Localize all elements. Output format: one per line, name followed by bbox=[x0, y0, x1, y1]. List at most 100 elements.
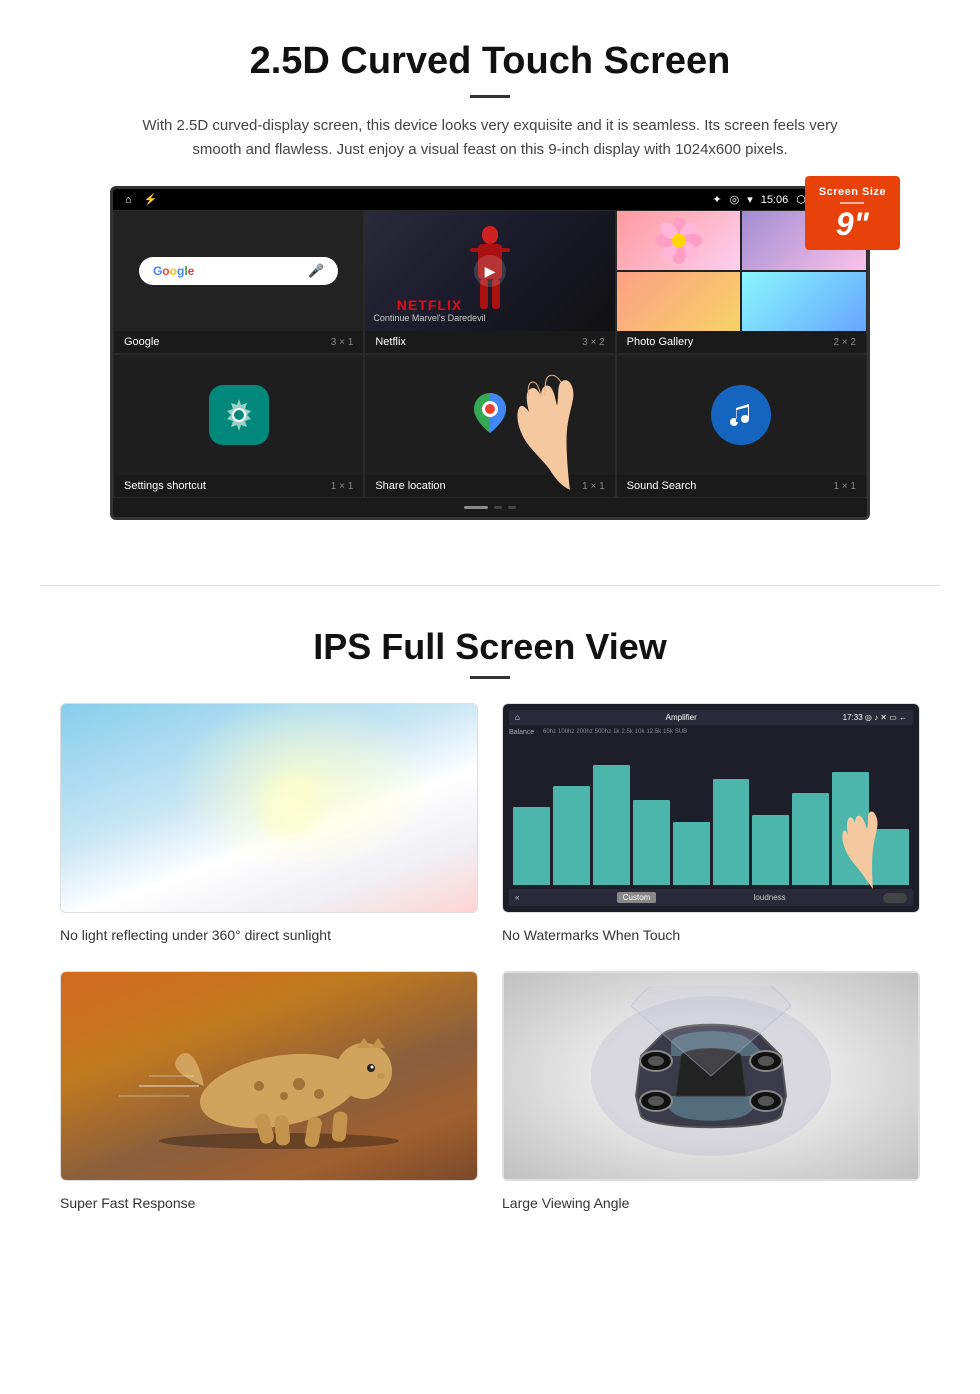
page-separator bbox=[40, 585, 940, 586]
share-location-app-cell[interactable]: Share location 1 × 1 bbox=[364, 354, 615, 498]
netflix-app-name: Netflix bbox=[375, 336, 406, 348]
amplifier-image: ⌂ Amplifier 17:33 ◎ ♪ ✕ ▭ ← Balance 60hz… bbox=[502, 703, 920, 913]
amp-bottom-bar: « Custom loudness bbox=[509, 889, 913, 906]
sound-search-name: Sound Search bbox=[627, 480, 697, 492]
cheetah-svg bbox=[99, 996, 439, 1156]
amp-title: Amplifier bbox=[666, 713, 697, 722]
netflix-app-label: Netflix 3 × 2 bbox=[365, 331, 614, 353]
freq-500: 500hz bbox=[595, 729, 611, 736]
share-location-bottom bbox=[365, 355, 614, 475]
eq-bar-5 bbox=[673, 822, 710, 885]
light-rays-svg bbox=[61, 704, 477, 912]
netflix-app-cell[interactable]: ▶ NETFLIX Continue Marvel's Daredevil Ne… bbox=[364, 210, 615, 354]
freq-12k5: 12.5k bbox=[646, 729, 661, 736]
fast-response-caption: Super Fast Response bbox=[60, 1191, 478, 1215]
netflix-logo: NETFLIX bbox=[373, 297, 485, 313]
no-light-image bbox=[60, 703, 478, 913]
cheetah-image bbox=[60, 971, 478, 1181]
screen-size-label: Screen Size bbox=[819, 186, 886, 198]
google-app-label: Google 3 × 1 bbox=[114, 331, 363, 353]
netflix-subtitle: Continue Marvel's Daredevil bbox=[373, 313, 485, 323]
eq-label-balance: Balance bbox=[509, 729, 539, 736]
freq-2k5: 2.5k bbox=[621, 729, 632, 736]
screen-size-divider bbox=[840, 202, 864, 204]
google-app-name: Google bbox=[124, 336, 159, 348]
pointing-hand-svg bbox=[515, 360, 615, 490]
scroll-dots bbox=[113, 498, 867, 517]
google-app-cell[interactable]: Google 🎤 Google 3 × 1 bbox=[113, 210, 364, 354]
status-bar: ⌂ ⚡ ✦ ◎ ▾ 15:06 ⬡ ♪ ✕ ▭ bbox=[113, 189, 867, 210]
photo-gallery-size: 2 × 2 bbox=[833, 337, 856, 348]
flower-svg bbox=[617, 211, 741, 270]
car-image bbox=[502, 971, 920, 1181]
freq-10k: 10k bbox=[635, 729, 645, 736]
amp-prev-icon[interactable]: « bbox=[515, 893, 519, 902]
amp-status: 17:33 ◎ ♪ ✕ ▭ ← bbox=[843, 713, 907, 722]
freq-100: 100hz bbox=[558, 729, 574, 736]
app-grid-bottom: Settings shortcut 1 × 1 bbox=[113, 354, 867, 498]
settings-app-bottom bbox=[114, 355, 363, 475]
status-bar-left: ⌂ ⚡ bbox=[125, 193, 157, 206]
amp-home-icon: ⌂ bbox=[515, 713, 520, 722]
freq-60: 60hz bbox=[543, 729, 556, 736]
share-location-name: Share location bbox=[375, 480, 445, 492]
freq-sub: SUB bbox=[675, 729, 687, 736]
eq-freq-labels: 60hz 100hz 200hz 500hz 1k 2.5k 10k 12.5k… bbox=[543, 729, 913, 736]
eq-bar-3 bbox=[593, 765, 630, 885]
photo-tile-4 bbox=[742, 272, 866, 331]
google-search-bar[interactable]: Google 🎤 bbox=[139, 257, 338, 285]
sound-search-size: 1 × 1 bbox=[833, 481, 856, 492]
netflix-app-top: ▶ NETFLIX Continue Marvel's Daredevil bbox=[365, 211, 614, 331]
amp-topbar: ⌂ Amplifier 17:33 ◎ ♪ ✕ ▭ ← bbox=[509, 710, 913, 725]
ips-full-screen-section: IPS Full Screen View bbox=[0, 616, 980, 1255]
netflix-play-button[interactable]: ▶ bbox=[474, 255, 506, 287]
scroll-dot-1 bbox=[494, 506, 502, 509]
car-visual bbox=[503, 972, 919, 1180]
usb-icon: ⚡ bbox=[144, 193, 158, 206]
feature-no-light: No light reflecting under 360° direct su… bbox=[60, 703, 478, 947]
cheetah-visual bbox=[61, 972, 477, 1180]
amp-toggle[interactable] bbox=[883, 893, 907, 903]
netflix-app-size: 3 × 2 bbox=[582, 337, 605, 348]
sky-visual bbox=[61, 704, 477, 912]
mic-icon[interactable]: 🎤 bbox=[308, 263, 324, 279]
section1-divider bbox=[470, 95, 510, 98]
freq-15k: 15k bbox=[663, 729, 673, 736]
equalizer-bars bbox=[509, 740, 913, 889]
google-app-top: Google 🎤 bbox=[114, 211, 363, 331]
device-screen: ⌂ ⚡ ✦ ◎ ▾ 15:06 ⬡ ♪ ✕ ▭ bbox=[110, 186, 870, 520]
screen-size-badge: Screen Size 9" bbox=[805, 176, 900, 250]
photo-tile-1 bbox=[617, 211, 741, 270]
bluetooth-icon: ✦ bbox=[712, 193, 721, 206]
sound-icon-wrap bbox=[711, 385, 771, 445]
settings-app-cell[interactable]: Settings shortcut 1 × 1 bbox=[113, 354, 364, 498]
photo-gallery-label: Photo Gallery 2 × 2 bbox=[617, 331, 866, 353]
settings-app-name: Settings shortcut bbox=[124, 480, 206, 492]
settings-gear-icon bbox=[221, 397, 257, 433]
feature-no-watermarks: ⌂ Amplifier 17:33 ◎ ♪ ✕ ▭ ← Balance 60hz… bbox=[502, 703, 920, 947]
google-app-size: 3 × 1 bbox=[331, 337, 354, 348]
section2-divider bbox=[470, 676, 510, 679]
time-display: 15:06 bbox=[761, 194, 789, 206]
eq-bar-2 bbox=[553, 786, 590, 885]
eq-bar-8 bbox=[792, 793, 829, 885]
device-wrapper: Screen Size 9" ⌂ ⚡ ✦ ◎ ▾ 15:06 ⬡ ♪ ✕ bbox=[90, 186, 890, 520]
eq-bar-6 bbox=[713, 779, 750, 885]
touch-hand-svg bbox=[838, 799, 898, 889]
photo-gallery-name: Photo Gallery bbox=[627, 336, 694, 348]
freq-200: 200hz bbox=[576, 729, 592, 736]
feature-wide-angle: Large Viewing Angle bbox=[502, 971, 920, 1215]
car-topdown-svg bbox=[571, 986, 851, 1166]
settings-app-size: 1 × 1 bbox=[331, 481, 354, 492]
no-light-caption: No light reflecting under 360° direct su… bbox=[60, 923, 478, 947]
freq-1k: 1k bbox=[613, 729, 619, 736]
google-maps-icon bbox=[465, 388, 515, 443]
settings-icon-wrap bbox=[209, 385, 269, 445]
amp-custom-btn[interactable]: Custom bbox=[617, 892, 657, 903]
photo-tile-3 bbox=[617, 272, 741, 331]
eq-bar-1 bbox=[513, 807, 550, 885]
music-note-icon bbox=[726, 400, 756, 430]
sound-search-app-cell[interactable]: Sound Search 1 × 1 bbox=[616, 354, 867, 498]
home-icon[interactable]: ⌂ bbox=[125, 194, 132, 206]
eq-labels: Balance 60hz 100hz 200hz 500hz 1k 2.5k 1… bbox=[509, 729, 913, 736]
